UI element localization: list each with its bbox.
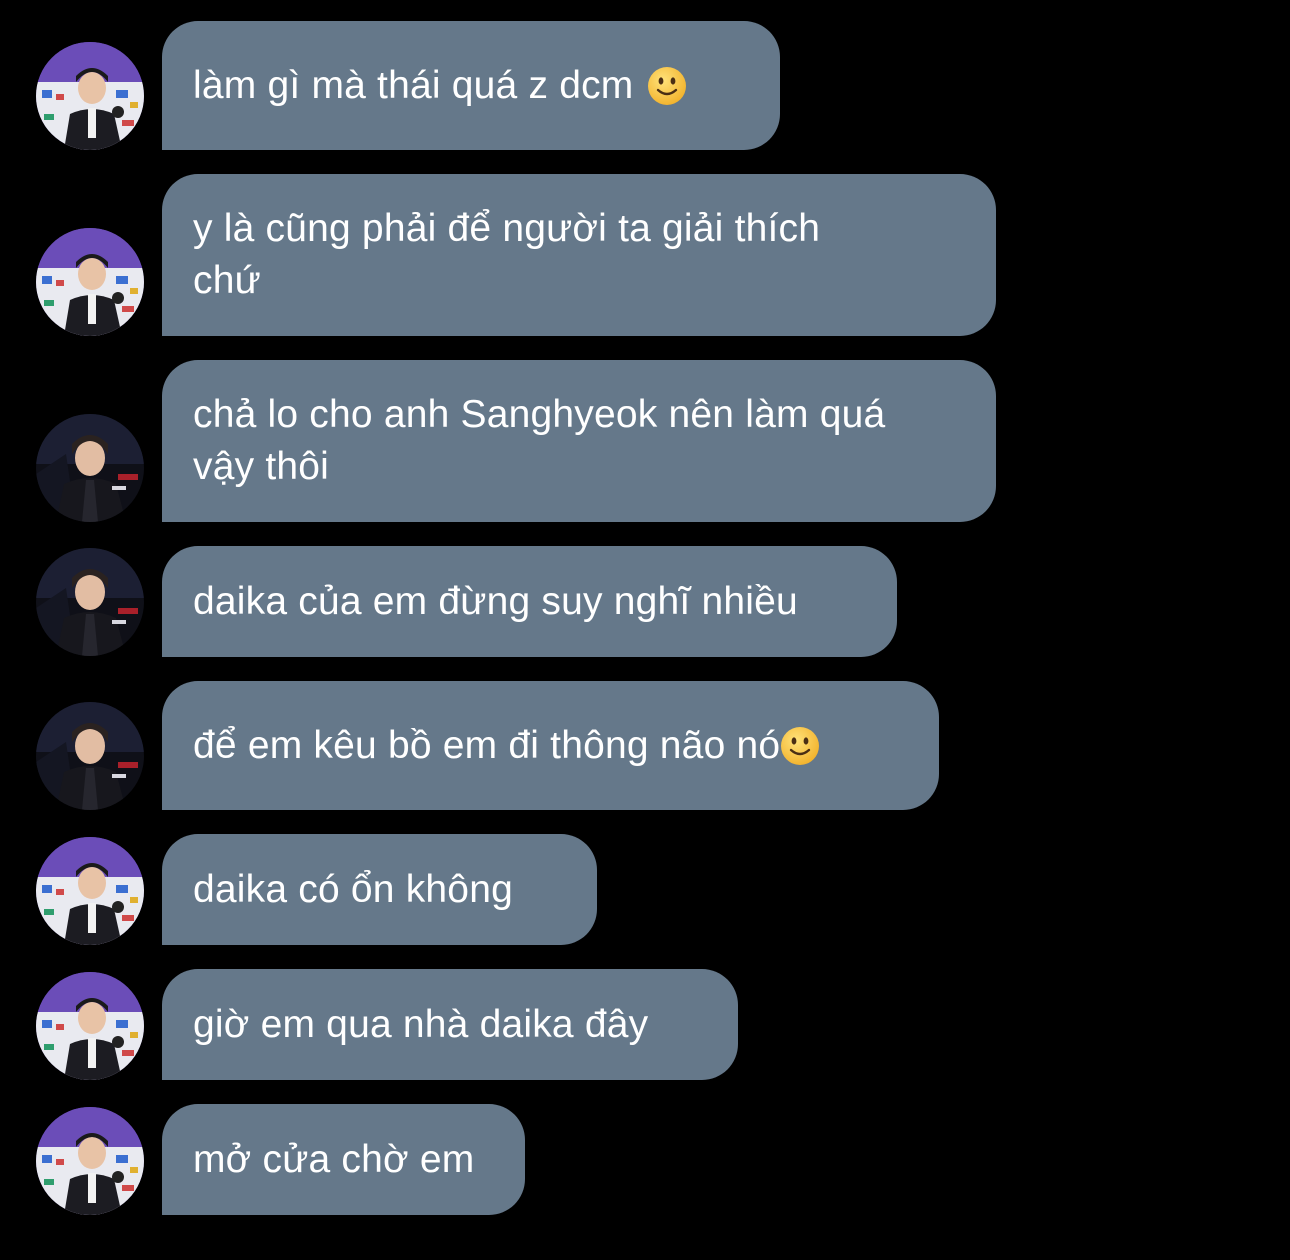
avatar[interactable] [36,1107,144,1215]
avatar[interactable] [36,414,144,522]
message-text: để em kêu bồ em đi thông não nó [193,723,781,767]
avatar[interactable] [36,228,144,336]
message-text: làm gì mà thái quá z dcm [193,63,634,107]
message-text: giờ em qua nhà daika đây [193,1002,649,1046]
slightly-smiling-face-icon [780,726,820,766]
avatar[interactable] [36,972,144,1080]
message-bubble[interactable]: mở cửa chờ em [162,1104,525,1215]
message-text: mở cửa chờ em [193,1137,475,1181]
message-bubble[interactable]: y là cũng phải để người ta giải thích ch… [162,174,996,336]
slightly-smiling-face-icon [647,66,687,106]
avatar[interactable] [36,548,144,656]
avatar[interactable] [36,42,144,150]
message-bubble[interactable]: giờ em qua nhà daika đây [162,969,738,1080]
message-bubble[interactable]: chả lo cho anh Sanghyeok nên làm quá vậy… [162,360,996,522]
message-bubble[interactable]: daika của em đừng suy nghĩ nhiều [162,546,897,657]
message-bubble[interactable]: làm gì mà thái quá z dcm [162,21,780,150]
message-text: daika của em đừng suy nghĩ nhiều [193,579,798,623]
message-text: daika có ổn không [193,867,513,911]
chat-screen: { "chat": { "messages": [ { "text": "làm… [0,0,1290,1260]
message-bubble[interactable]: để em kêu bồ em đi thông não nó [162,681,939,810]
message-bubble[interactable]: daika có ổn không [162,834,597,945]
avatar[interactable] [36,702,144,810]
avatar[interactable] [36,837,144,945]
message-text: chả lo cho anh Sanghyeok nên làm quá vậy… [193,393,886,488]
message-text: y là cũng phải để người ta giải thích ch… [193,207,821,302]
